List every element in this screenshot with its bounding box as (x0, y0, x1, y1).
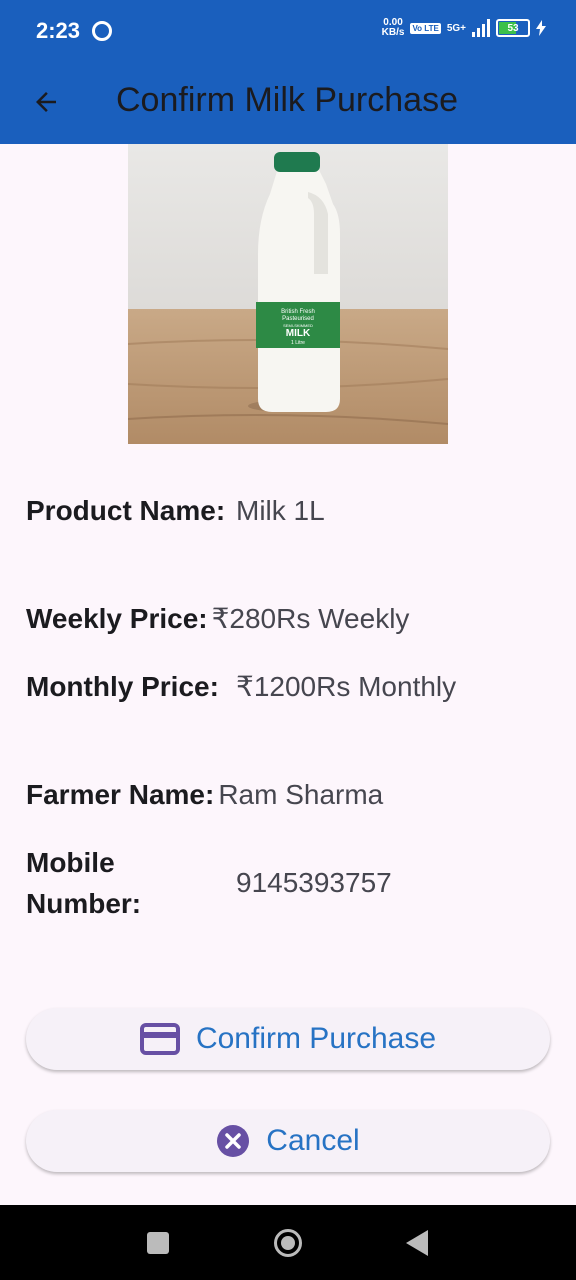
detail-label: Mobile Number: (26, 847, 142, 919)
bottle-label-line2: Pasteurised (282, 316, 314, 322)
arrow-left-icon (36, 92, 56, 112)
product-image: British Fresh Pasteurised SEMI-SKIMMED M… (128, 144, 448, 444)
bottle-label-line1: British Fresh (281, 309, 315, 315)
alarm-icon (92, 21, 112, 41)
detail-label: Product Name: (26, 495, 226, 526)
volte-badge: Vo LTE (410, 22, 441, 34)
net-speed-unit: KB/s (381, 27, 405, 38)
detail-row-farmer-name: Farmer Name: Ram Sharma (26, 774, 556, 815)
detail-label: Farmer Name: (26, 779, 215, 810)
app-bar: Confirm Milk Purchase (0, 60, 576, 144)
status-time: 2:23 (36, 18, 81, 43)
detail-row-mobile-number: Mobile Number: 9145393757 (26, 842, 556, 924)
net-speed: 0.00 KB/s (382, 18, 405, 38)
bottle-label-main: MILK (286, 328, 311, 339)
signal-icon (472, 19, 490, 37)
status-indicators: 0.00 KB/s Vo LTE 5G+ 53 (382, 18, 546, 38)
detail-value: ₹280Rs Weekly (211, 603, 410, 634)
detail-value: Ram Sharma (218, 778, 384, 810)
system-back-button[interactable] (406, 1230, 428, 1256)
detail-row-monthly-price: Monthly Price: ₹1200Rs Monthly (26, 666, 556, 707)
battery-icon: 53 (496, 19, 530, 37)
bottle-label-size: 1 Litre (291, 340, 305, 346)
detail-row-weekly-price: Weekly Price: ₹280Rs Weekly (26, 598, 556, 639)
detail-label: Weekly Price: (26, 603, 208, 634)
home-button[interactable] (274, 1229, 302, 1257)
credit-card-icon (139, 1023, 180, 1055)
system-nav-bar (0, 1205, 576, 1280)
detail-label: Monthly Price: (26, 671, 219, 702)
back-button[interactable] (22, 78, 70, 126)
cancel-button[interactable]: Cancel (26, 1110, 550, 1172)
detail-value: 9145393757 (236, 867, 392, 898)
cancel-circle-icon (217, 1125, 250, 1157)
cancel-label: Cancel (266, 1124, 360, 1157)
status-bar: 2:23 0.00 KB/s Vo LTE 5G+ 53 (0, 0, 576, 60)
detail-row-product-name: Product Name: Milk 1L (26, 490, 556, 531)
battery-level: 53 (507, 22, 519, 34)
confirm-purchase-button[interactable]: Confirm Purchase (26, 1008, 550, 1070)
detail-value: Milk 1L (236, 494, 325, 526)
page-title: Confirm Milk Purchase (116, 81, 458, 119)
recent-apps-button[interactable] (147, 1232, 169, 1254)
network-type: 5G+ (446, 22, 466, 34)
detail-value: ₹1200Rs Monthly (236, 671, 457, 702)
charging-icon (536, 20, 546, 36)
confirm-purchase-label: Confirm Purchase (195, 1022, 437, 1055)
